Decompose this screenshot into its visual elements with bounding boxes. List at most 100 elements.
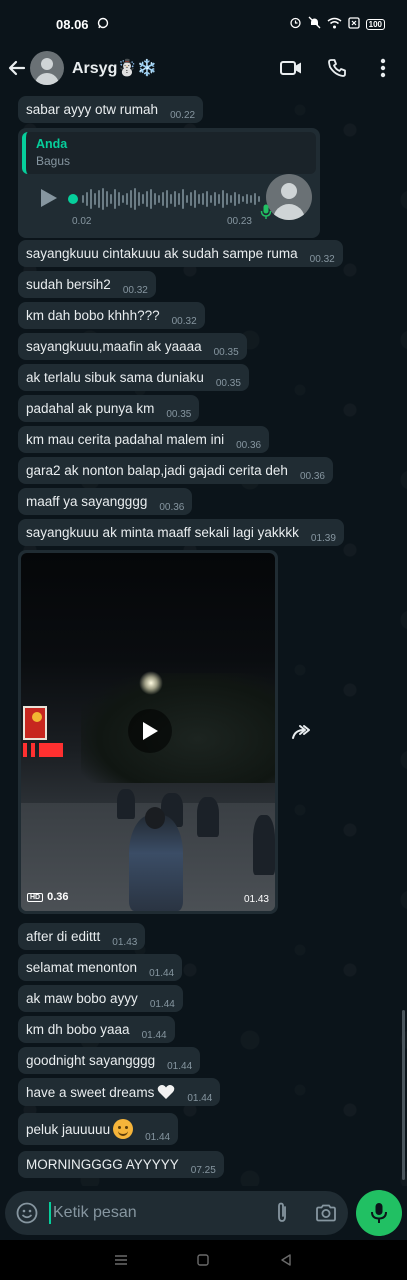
- message-text: peluk jauuuuu: [26, 1122, 111, 1137]
- more-options-icon[interactable]: [371, 56, 395, 80]
- message-bubble[interactable]: peluk jauuuuu 01.44: [18, 1113, 179, 1145]
- message-bubble[interactable]: MORNINGGGG AYYYYY 07.25: [18, 1151, 224, 1178]
- message-text: ak maw bobo ayyy: [26, 991, 138, 1006]
- message-text: sayangkuuu ak minta maaff sekali lagi ya…: [26, 525, 299, 540]
- contact-name[interactable]: Arsyg☃️❄️: [72, 58, 157, 78]
- video-thumbnail[interactable]: HD 0.36 01.43: [21, 553, 275, 911]
- video-message-bubble[interactable]: HD 0.36 01.43: [18, 550, 278, 914]
- wifi-icon: [327, 17, 342, 32]
- quote-text: Bagus: [36, 154, 71, 168]
- composer-bar: [0, 1186, 407, 1240]
- message-bubble[interactable]: ak maw bobo ayyy 01.44: [18, 985, 183, 1012]
- message-time: 00.32: [171, 316, 197, 327]
- message-text: maaff ya sayangggg: [26, 494, 148, 509]
- chat-messages-area[interactable]: sabar ayyy otw rumah 00.22 Anda Bagus 0.…: [0, 90, 407, 1186]
- camera-icon[interactable]: [314, 1201, 338, 1225]
- message-bubble[interactable]: ak terlalu sibuk sama duniaku 00.35: [18, 364, 249, 391]
- chat-header: Arsyg☃️❄️: [0, 48, 407, 88]
- message-text: sudah bersih2: [26, 277, 111, 292]
- video-play-button[interactable]: [128, 709, 172, 753]
- message-time: 00.35: [213, 347, 239, 358]
- message-text: MORNINGGGG AYYYYY: [26, 1157, 179, 1172]
- sender-avatar: [266, 174, 312, 220]
- message-time: 01.44: [167, 1061, 193, 1072]
- voice-record-button[interactable]: [356, 1190, 402, 1236]
- message-bubble[interactable]: selamat menonton 01.44: [18, 954, 183, 981]
- message-text: km dh bobo yaaa: [26, 1022, 130, 1037]
- message-text: padahal ak punya km: [26, 401, 155, 416]
- message-bubble[interactable]: km dh bobo yaaa 01.44: [18, 1016, 175, 1043]
- message-text: sayangkuuu cintakuuu ak sudah sampe ruma: [26, 246, 298, 261]
- scrollbar[interactable]: [402, 1010, 405, 1180]
- status-bar: 08.06 100: [0, 0, 407, 48]
- playback-position-handle[interactable]: [68, 194, 78, 204]
- message-input[interactable]: [53, 1204, 263, 1222]
- attachment-paperclip-icon[interactable]: [270, 1201, 294, 1225]
- message-text: sayangkuuu,maafin ak yaaaa: [26, 339, 202, 354]
- video-duration: 0.36: [47, 891, 69, 903]
- message-text: sabar ayyy otw rumah: [26, 102, 159, 117]
- message-time: 00.22: [170, 110, 196, 121]
- message-text: selamat menonton: [26, 960, 138, 975]
- contact-avatar[interactable]: [30, 51, 64, 85]
- message-bubble[interactable]: sayangkuuu ak minta maaff sekali lagi ya…: [18, 519, 344, 546]
- message-bubble[interactable]: sudah bersih2 00.32: [18, 271, 156, 298]
- message-time: 01.39: [310, 533, 336, 544]
- message-bubble[interactable]: sayangkuuu cintakuuu ak sudah sampe ruma…: [18, 240, 343, 267]
- quoted-reply[interactable]: Anda Bagus: [22, 132, 316, 174]
- message-text: ak terlalu sibuk sama duniaku: [26, 370, 204, 385]
- message-text: have a sweet dreams: [26, 1085, 155, 1100]
- message-bubble[interactable]: gara2 ak nonton balap,jadi gajadi cerita…: [18, 457, 333, 484]
- emoji-sticker-icon[interactable]: [15, 1201, 39, 1225]
- message-time: 00.36: [159, 502, 185, 513]
- message-time: 01.43: [112, 937, 138, 948]
- voice-duration: 0.02: [72, 216, 92, 227]
- white-heart-emoji: [157, 1084, 175, 1100]
- message-time: 00.32: [122, 285, 148, 296]
- message-time: 01.43: [243, 894, 269, 905]
- system-back-icon[interactable]: [279, 1253, 293, 1267]
- message-bubble[interactable]: padahal ak punya km 00.35: [18, 395, 200, 422]
- voice-message-bubble[interactable]: Anda Bagus 0.02 00.23: [18, 128, 320, 238]
- audio-waveform[interactable]: [82, 188, 264, 210]
- message-bubble[interactable]: after di edittt 01.43: [18, 923, 146, 950]
- home-icon[interactable]: [196, 1253, 210, 1267]
- message-bubble[interactable]: have a sweet dreams 01.44: [18, 1078, 221, 1106]
- microphone-icon: [260, 204, 272, 220]
- alarm-icon: [289, 16, 302, 32]
- message-text: gara2 ak nonton balap,jadi gajadi cerita…: [26, 463, 288, 478]
- message-time: 01.44: [145, 1132, 171, 1143]
- message-time: 00.32: [309, 254, 335, 265]
- message-input-container[interactable]: [5, 1191, 349, 1235]
- back-arrow-icon[interactable]: [6, 53, 28, 83]
- microphone-icon: [371, 1203, 388, 1223]
- battery-icon: 100: [365, 18, 385, 30]
- system-navigation-bar: [0, 1240, 407, 1280]
- message-bubble[interactable]: sayangkuuu,maafin ak yaaaa 00.35: [18, 333, 247, 360]
- message-bubble[interactable]: goodnight sayangggg 01.44: [18, 1047, 201, 1074]
- mute-icon: [308, 16, 321, 32]
- message-bubble[interactable]: sabar ayyy otw rumah 00.22: [18, 96, 204, 123]
- message-bubble[interactable]: km mau cerita padahal malem ini 00.36: [18, 426, 270, 453]
- message-bubble[interactable]: maaff ya sayangggg 00.36: [18, 488, 193, 515]
- message-time: 00.36: [236, 440, 262, 451]
- text-cursor: [49, 1202, 51, 1224]
- sim-icon: [347, 16, 360, 32]
- message-text: goodnight sayangggg: [26, 1053, 156, 1068]
- message-time: 01.44: [187, 1093, 213, 1104]
- message-time: 00.35: [215, 378, 241, 389]
- message-time: 01.44: [149, 968, 175, 979]
- message-time: 00.35: [166, 409, 192, 420]
- message-time: 07.25: [190, 1165, 216, 1176]
- video-call-icon[interactable]: [279, 56, 303, 80]
- message-text: after di edittt: [26, 929, 101, 944]
- message-time: 00.36: [299, 471, 325, 482]
- recent-apps-icon[interactable]: [114, 1253, 128, 1267]
- message-text: km dah bobo khhh???: [26, 308, 160, 323]
- voice-call-icon[interactable]: [325, 56, 349, 80]
- message-bubble[interactable]: km dah bobo khhh??? 00.32: [18, 302, 205, 329]
- status-time: 08.06: [56, 16, 89, 32]
- message-time: 00.23: [226, 216, 252, 227]
- play-icon[interactable]: [36, 186, 60, 210]
- forward-icon[interactable]: [290, 720, 316, 746]
